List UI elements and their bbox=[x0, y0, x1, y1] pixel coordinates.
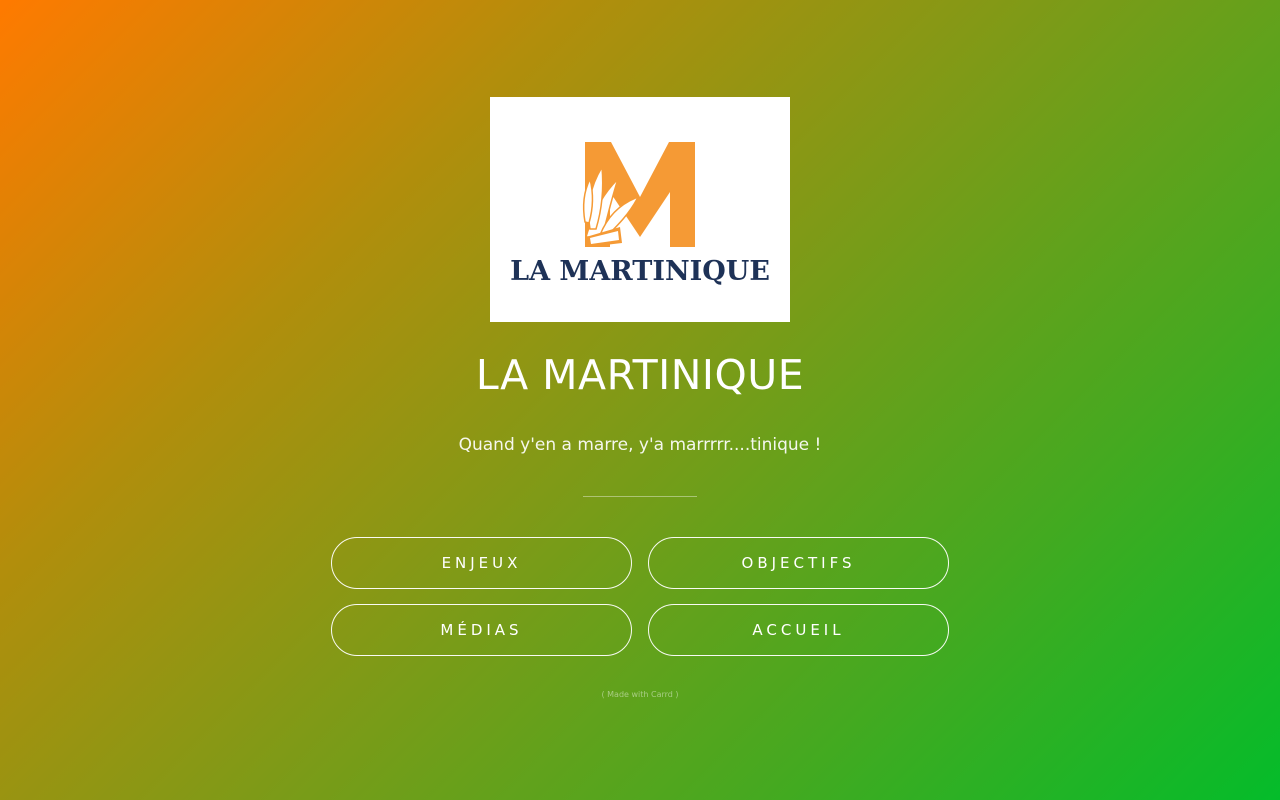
page-title: LA MARTINIQUE bbox=[475, 351, 805, 399]
page: LA MARTINIQUE LA MARTINIQUE Quand y'en a… bbox=[0, 0, 1280, 800]
medias-button[interactable]: MÉDIAS bbox=[331, 604, 632, 656]
accueil-button[interactable]: ACCUEIL bbox=[648, 604, 949, 656]
logo-wordmark: LA MARTINIQUE bbox=[510, 256, 770, 287]
divider bbox=[583, 496, 697, 497]
objectifs-button[interactable]: OBJECTIFS bbox=[648, 537, 949, 589]
logo-image: LA MARTINIQUE bbox=[490, 97, 790, 322]
made-with-carrd-link[interactable]: ( Made with Carrd ) bbox=[0, 690, 1280, 699]
martinique-logo-icon: LA MARTINIQUE bbox=[510, 142, 770, 287]
enjeux-button[interactable]: ENJEUX bbox=[331, 537, 632, 589]
page-subtitle: Quand y'en a marre, y'a marrrrr....tiniq… bbox=[458, 435, 822, 455]
